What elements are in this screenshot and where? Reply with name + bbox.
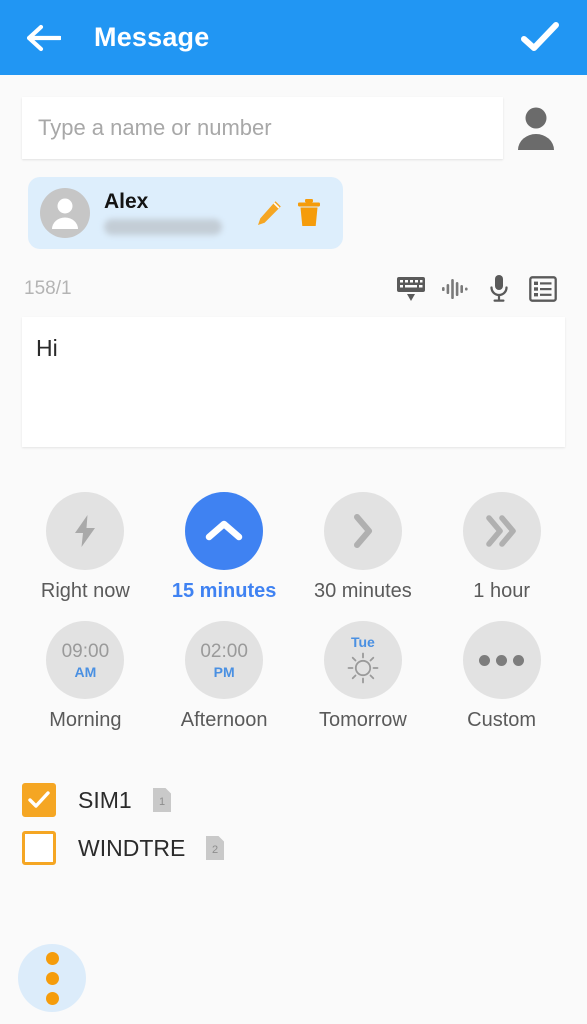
sun-icon <box>347 652 379 684</box>
schedule-row-absolute: 09:00 AM Morning 02:00 PM Afternoon Tue <box>16 621 571 732</box>
sim-row-sim1[interactable]: SIM1 1 <box>22 776 587 824</box>
schedule-option-meridiem: AM <box>74 663 97 680</box>
person-avatar-icon <box>52 198 78 229</box>
check-icon <box>28 791 50 808</box>
contact-name: Alex <box>104 190 149 214</box>
voice-input-button[interactable] <box>477 271 521 307</box>
assistant-button[interactable] <box>433 271 477 307</box>
recipient-row <box>0 75 587 159</box>
more-vertical-icon-dot <box>45 951 59 965</box>
schedule-options: Right now 15 minutes 30 minutes 1 hour 0… <box>0 452 587 732</box>
page-title: Message <box>94 22 210 52</box>
schedule-option-label: 1 hour <box>473 580 530 602</box>
templates-list-icon <box>529 276 557 302</box>
avatar <box>40 188 90 238</box>
schedule-option-15-minutes[interactable]: 15 minutes <box>155 492 294 603</box>
schedule-row-relative: Right now 15 minutes 30 minutes 1 hour <box>16 492 571 603</box>
recipient-input[interactable] <box>22 97 503 159</box>
schedule-option-circle: Tue <box>323 621 402 699</box>
schedule-option-tomorrow[interactable]: Tue Tomorrow <box>294 621 433 732</box>
schedule-option-afternoon[interactable]: 02:00 PM Afternoon <box>155 621 294 732</box>
assistant-waveform-icon <box>442 279 468 299</box>
confirm-button[interactable] <box>515 13 565 63</box>
sim-card-icon: 1 <box>152 788 171 812</box>
schedule-option-circle: 02:00 PM <box>185 621 264 699</box>
sim-checkbox[interactable] <box>22 831 56 865</box>
sim-slot-badge: 1 <box>152 787 172 813</box>
lightning-bolt-icon <box>75 515 96 547</box>
schedule-option-label: Morning <box>49 709 122 731</box>
sim-label: SIM1 <box>78 786 132 813</box>
sim-checkbox[interactable] <box>22 783 56 817</box>
schedule-option-time: 02:00 <box>200 640 248 662</box>
svg-text:1: 1 <box>159 796 165 808</box>
schedule-option-circle <box>462 621 541 699</box>
arrow-left-icon <box>27 24 61 51</box>
delete-contact-button[interactable] <box>289 193 329 233</box>
keyboard-hide-icon <box>397 277 425 301</box>
recipient-chip-list: Alex <box>0 159 587 249</box>
chevron-up-icon <box>205 520 243 541</box>
contact-chip-text: Alex <box>104 190 249 235</box>
pencil-icon <box>258 201 281 225</box>
more-vertical-icon-dot <box>45 991 59 1005</box>
schedule-option-label: Right now <box>40 580 130 602</box>
microphone-icon <box>490 275 508 302</box>
back-button[interactable] <box>22 16 66 60</box>
check-icon <box>521 21 559 51</box>
schedule-option-circle <box>185 492 264 570</box>
message-input[interactable] <box>22 317 565 447</box>
sim-selection-list: SIM1 1 WINDTRE 2 <box>0 732 587 872</box>
templates-button[interactable] <box>521 271 565 307</box>
character-counter: 158/1 <box>24 278 72 299</box>
more-vertical-icon-dot <box>45 971 59 985</box>
schedule-option-label: Custom <box>467 709 537 731</box>
person-icon <box>518 107 554 150</box>
schedule-option-label: Tomorrow <box>318 709 407 731</box>
sim-label: WINDTRE <box>78 834 186 861</box>
chevron-right-icon <box>353 514 372 548</box>
schedule-option-meridiem: PM <box>213 663 235 680</box>
schedule-option-circle <box>46 492 125 570</box>
message-body-wrap <box>0 307 587 452</box>
sim-card-icon: 2 <box>206 836 225 860</box>
message-compose-screen: Message Alex <box>0 0 587 1024</box>
sim-row-windtre[interactable]: WINDTRE 2 <box>22 824 587 872</box>
contact-chip[interactable]: Alex <box>28 177 343 249</box>
schedule-option-label: 15 minutes <box>171 580 277 602</box>
compose-toolbar: 158/1 <box>0 249 587 307</box>
schedule-option-30-minutes[interactable]: 30 minutes <box>294 492 433 603</box>
sim-slot-badge: 2 <box>205 835 225 861</box>
schedule-option-label: 30 minutes <box>313 580 412 602</box>
schedule-option-circle <box>462 492 541 570</box>
schedule-option-right-now[interactable]: Right now <box>16 492 155 603</box>
schedule-option-circle: 09:00 AM <box>46 621 125 699</box>
schedule-option-custom[interactable]: Custom <box>432 621 571 732</box>
app-bar: Message <box>0 0 587 75</box>
edit-contact-button[interactable] <box>249 193 289 233</box>
overflow-menu-fab[interactable] <box>18 944 86 1012</box>
schedule-option-morning[interactable]: 09:00 AM Morning <box>16 621 155 732</box>
double-chevron-right-icon <box>485 515 516 547</box>
trash-icon <box>298 199 320 226</box>
svg-text:2: 2 <box>212 844 218 856</box>
contact-picker-button[interactable] <box>503 105 569 151</box>
contact-number-redacted <box>104 218 222 235</box>
more-horizontal-icon <box>479 654 525 666</box>
keyboard-hide-button[interactable] <box>389 271 433 307</box>
schedule-option-day: Tue <box>350 634 375 650</box>
schedule-option-label: Afternoon <box>180 709 268 731</box>
schedule-option-1-hour[interactable]: 1 hour <box>432 492 571 603</box>
schedule-option-time: 09:00 <box>61 640 110 662</box>
schedule-option-circle <box>323 492 402 570</box>
